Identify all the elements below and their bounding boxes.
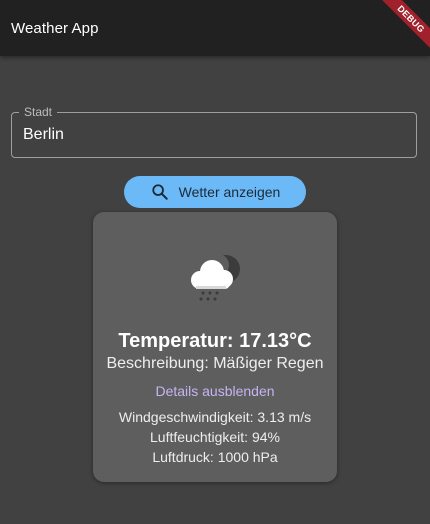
description-text: Beschreibung: Mäßiger Regen (106, 355, 324, 372)
show-weather-button[interactable]: Wetter anzeigen (124, 176, 306, 208)
city-input-value[interactable]: Berlin (23, 126, 64, 144)
show-weather-label: Wetter anzeigen (178, 184, 281, 200)
app-bar: Weather App (0, 0, 430, 56)
app-title: Weather App (11, 19, 99, 37)
city-input-label: Stadt (19, 105, 58, 119)
city-input[interactable]: Stadt Berlin (11, 105, 417, 158)
wind-speed-text: Windgeschwindigkeit: 3.13 m/s (118, 409, 312, 425)
temperature-text: Temperatur: 17.13°C (118, 330, 312, 352)
cloud-rain-night-icon (188, 248, 242, 304)
weather-card: Temperatur: 17.13°C Beschreibung: Mäßige… (93, 212, 337, 482)
hide-details-button[interactable]: Details ausblenden (93, 383, 337, 399)
humidity-text: Luftfeuchtigkeit: 94% (150, 429, 280, 445)
search-icon (150, 182, 170, 202)
pressure-text: Luftdruck: 1000 hPa (152, 449, 278, 465)
